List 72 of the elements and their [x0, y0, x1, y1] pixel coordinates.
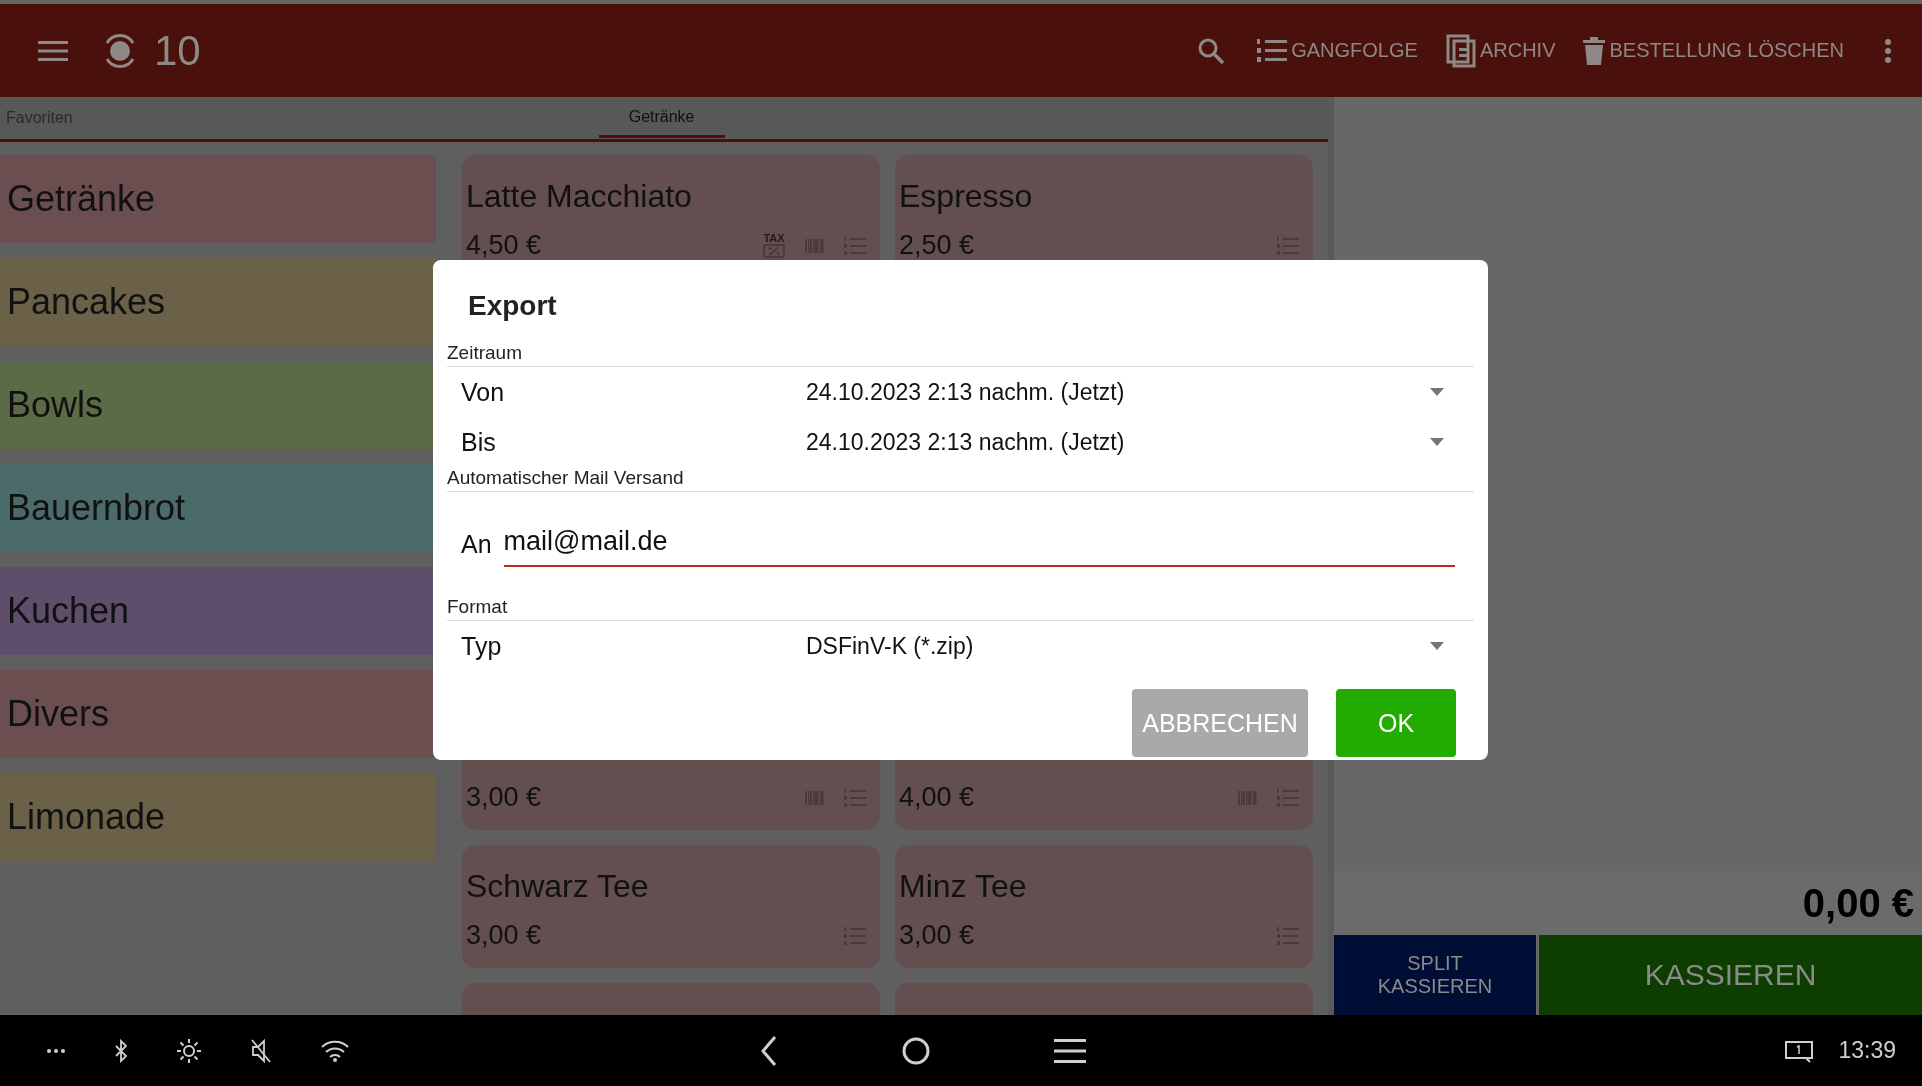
product-price: 3,00 €: [466, 920, 542, 951]
documents-icon: [1445, 33, 1476, 68]
product-name: Espresso: [899, 178, 1034, 216]
numbered-list-icon: [844, 787, 866, 808]
product-price: 3,00 €: [899, 920, 975, 951]
field-label: Bis: [461, 427, 497, 457]
delete-button[interactable]: BESTELLUNG LÖSCHEN: [1583, 36, 1844, 65]
course-button[interactable]: GANGFOLGE: [1257, 37, 1418, 64]
caret-icon: [1430, 642, 1444, 650]
more-icon[interactable]: [46, 1047, 66, 1054]
order-total: 0,00 €: [1802, 880, 1914, 926]
caret-icon: [1430, 388, 1444, 396]
dropdown-field[interactable]: 24.10.2023 2:13 nachm. (Jetzt): [806, 428, 1474, 456]
category-button[interactable]: Pancakes: [0, 258, 436, 346]
dropdown-value: 24.10.2023 2:13 nachm. (Jetzt): [806, 428, 1125, 456]
clock: 13:39: [1838, 1037, 1896, 1064]
numbered-list-icon: [844, 235, 866, 256]
dropdown-value: DSFinV-K (*.zip): [806, 632, 974, 660]
section-heading: Format: [447, 596, 1474, 621]
barcode-icon: [805, 788, 824, 807]
field-label: Typ: [461, 631, 503, 661]
product-price: 2,50 €: [899, 230, 975, 261]
brightness-icon[interactable]: [176, 1037, 202, 1064]
trash-icon: [1583, 36, 1606, 65]
dropdown-value: 24.10.2023 2:13 nachm. (Jetzt): [806, 378, 1125, 406]
back-icon[interactable]: [760, 1034, 778, 1067]
home-icon[interactable]: [901, 1035, 931, 1066]
category-button[interactable]: Limonade: [0, 773, 436, 861]
split-pay-button[interactable]: SPLIT KASSIEREN: [1334, 935, 1536, 1015]
pay-button[interactable]: KASSIEREN: [1539, 935, 1922, 1015]
product-card[interactable]: Minz Tee 3,00 €: [895, 845, 1313, 968]
category-button[interactable]: Kuchen: [0, 567, 436, 655]
product-price: 4,00 €: [899, 782, 975, 813]
product-card[interactable]: Schwarz Tee 3,00 €: [462, 845, 880, 968]
barcode-icon: [805, 236, 824, 255]
menu-icon[interactable]: [1054, 1037, 1086, 1064]
wifi-icon[interactable]: [320, 1038, 350, 1063]
mute-icon[interactable]: [250, 1037, 272, 1064]
barcode-icon: [1238, 788, 1257, 807]
product-price: 4,50 €: [466, 230, 542, 261]
archive-button[interactable]: ARCHIV: [1445, 33, 1556, 68]
product-price: 3,00 €: [466, 782, 542, 813]
cancel-button[interactable]: ABBRECHEN: [1132, 689, 1308, 757]
category-button[interactable]: Bowls: [0, 361, 436, 449]
search-icon[interactable]: [1197, 36, 1226, 65]
dropdown-field[interactable]: 24.10.2023 2:13 nachm. (Jetzt): [806, 378, 1474, 406]
dialog-title: Export: [467, 290, 558, 322]
category-button[interactable]: Bauernbrot: [0, 464, 436, 552]
numbered-list-icon: [844, 925, 866, 946]
percent-icon: [763, 244, 785, 258]
product-name: Schwarz Tee: [466, 868, 650, 906]
numbered-list-icon: [1257, 37, 1288, 64]
tax-label: TAX: [763, 233, 785, 244]
category-button[interactable]: Divers: [0, 670, 436, 758]
category-button[interactable]: Getränke: [0, 155, 436, 243]
product-name: Minz Tee: [899, 868, 1028, 906]
numbered-list-icon: [1277, 925, 1299, 946]
ok-button[interactable]: OK: [1336, 689, 1456, 757]
numbered-list-icon: [1277, 787, 1299, 808]
bluetooth-icon[interactable]: [114, 1038, 128, 1063]
category-tab[interactable]: Getränke: [598, 98, 725, 138]
dropdown-field[interactable]: DSFinV-K (*.zip): [806, 632, 1474, 660]
table-number: 10: [154, 26, 201, 75]
field-label: An: [461, 529, 492, 559]
numbered-list-icon: [1277, 235, 1299, 256]
screen-icon[interactable]: [1784, 1038, 1815, 1063]
section-heading: Zeitraum: [447, 342, 1474, 367]
section-heading: Automatischer Mail Versand: [447, 467, 1474, 492]
email-input-field[interactable]: mail@mail.de: [503, 521, 1455, 567]
field-label: Von: [461, 377, 506, 407]
product-name: Latte Macchiato: [466, 178, 693, 216]
caret-icon: [1430, 438, 1444, 446]
